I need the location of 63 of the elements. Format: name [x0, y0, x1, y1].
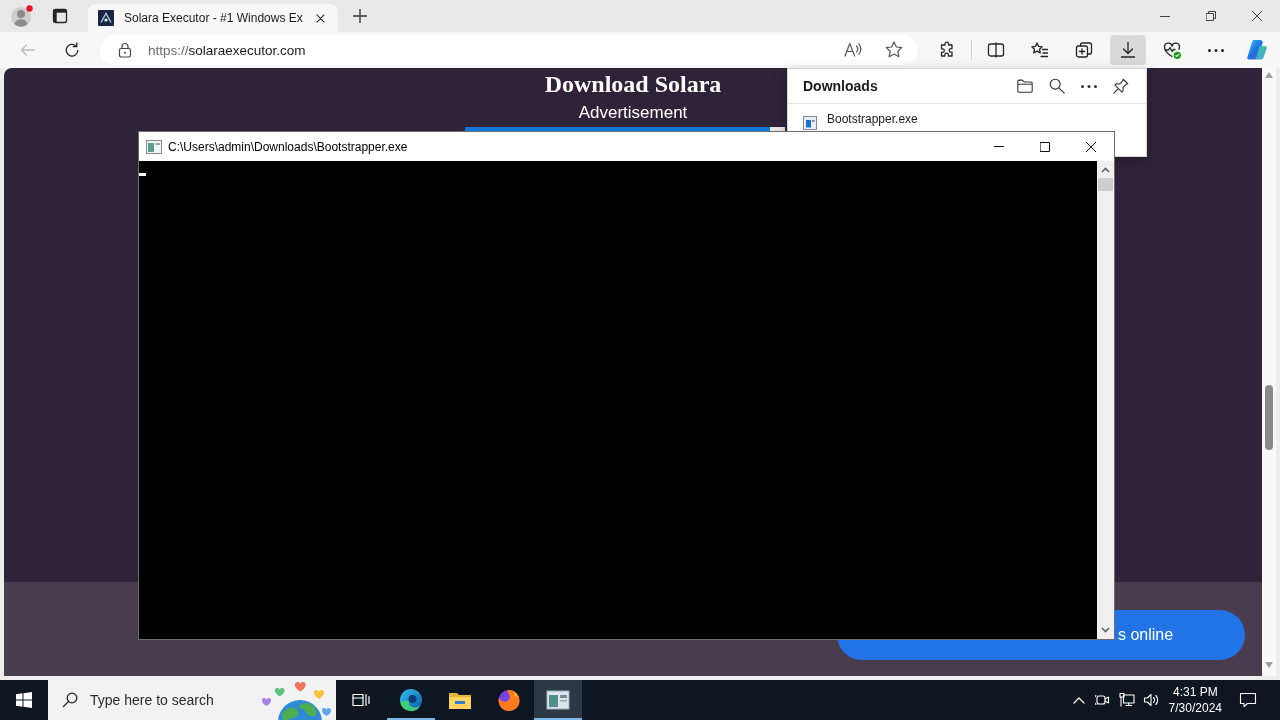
- network-icon: [1118, 692, 1135, 708]
- url-text: https://solaraexecutor.com: [148, 42, 306, 58]
- collections-icon: [1074, 40, 1094, 60]
- page-heading: Download Solara: [544, 70, 722, 98]
- search-bar[interactable]: Type here to search: [48, 680, 336, 720]
- split-screen-icon: [986, 40, 1006, 60]
- downloads-button[interactable]: [1110, 35, 1146, 65]
- clock-date[interactable]: 7/30/2024: [1168, 700, 1222, 716]
- maximize-icon: [1040, 141, 1050, 152]
- fox-browser-icon: [497, 688, 521, 712]
- colorful-logo-icon: [1245, 38, 1269, 62]
- star-list-icon: [1030, 40, 1050, 60]
- close-icon: [1252, 11, 1262, 21]
- windows-logo-icon: [16, 692, 32, 708]
- close-icon: [1086, 141, 1096, 152]
- scrollbar-thumb[interactable]: [1098, 178, 1113, 191]
- back-arrow-icon: [20, 42, 36, 58]
- page-scrollbar[interactable]: [1262, 68, 1276, 676]
- console-title: C:\Users\admin\Downloads\Bootstrapper.exe: [168, 139, 409, 154]
- chevron-up-icon: [1072, 696, 1085, 704]
- task-view-icon: [352, 692, 370, 708]
- restore-icon: [1206, 11, 1216, 21]
- camera-icon: [1094, 692, 1111, 708]
- lock-icon: [118, 42, 132, 58]
- scroll-down-arrow-icon: [1265, 662, 1273, 668]
- read-aloud-icon: [843, 40, 863, 60]
- console-window-icon: [546, 690, 570, 710]
- swirl-browser-icon: [399, 688, 423, 712]
- minimize-icon: [1160, 15, 1170, 17]
- pin-icon: [1112, 77, 1130, 95]
- downloads-title: Downloads: [803, 78, 879, 94]
- profile-avatar-icon: [10, 4, 34, 28]
- folder-icon: [448, 690, 472, 710]
- heart-pulse-icon: [1162, 40, 1182, 60]
- download-file-name[interactable]: Bootstrapper.exe: [827, 112, 918, 126]
- plus-icon: [352, 9, 367, 23]
- minimize-icon: [994, 146, 1004, 147]
- folder-icon: [1016, 77, 1034, 95]
- browser-tab[interactable]: Solara Executor - #1 Windows Ex: [88, 4, 338, 32]
- close-icon: [316, 13, 326, 23]
- refresh-icon: [64, 42, 80, 58]
- download-icon: [1118, 40, 1138, 60]
- clock-time[interactable]: 4:31 PM: [1172, 684, 1218, 700]
- search-field[interactable]: Type here to search: [90, 690, 240, 710]
- more-icon: [1081, 84, 1097, 88]
- file-icon: [803, 116, 817, 130]
- globe-hearts-illustration: [262, 682, 334, 720]
- search-icon: [62, 692, 78, 708]
- message-icon: [1239, 691, 1257, 709]
- star-icon: [884, 40, 904, 60]
- console-app-icon: [146, 139, 162, 154]
- scrollbar-thumb[interactable]: [1265, 385, 1273, 450]
- scroll-up-arrow-icon: [1265, 72, 1273, 78]
- profile-button[interactable]: [8, 2, 36, 30]
- console-taskbar-button[interactable]: [534, 680, 582, 720]
- search-icon: [1048, 77, 1066, 95]
- address-bar[interactable]: https://solaraexecutor.com: [100, 35, 918, 65]
- more-icon: [1208, 48, 1224, 52]
- volume-icon: [1142, 692, 1159, 708]
- ad-label: Advertisement: [578, 103, 688, 123]
- tab-panel-icon: [52, 8, 68, 24]
- console-scrollbar[interactable]: [1097, 161, 1114, 639]
- favicon-icon: [98, 10, 114, 26]
